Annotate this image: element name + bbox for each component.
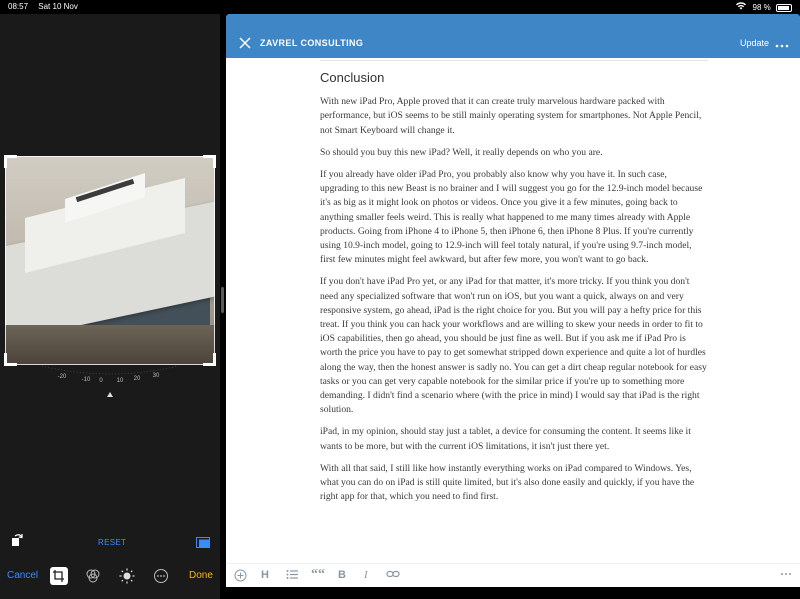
italic-button[interactable]: I [364,569,368,581]
close-icon[interactable] [239,36,251,49]
quote-button[interactable]: ““ [311,567,325,583]
status-bar: 08:57 Sat 10 Nov 98 % [0,0,800,14]
dial-tick: -10 [82,377,91,383]
paragraph: With all that said, I still like how ins… [320,462,695,503]
aspect-ratio-icon[interactable] [196,535,210,548]
split-view-divider[interactable] [221,287,224,313]
dial-tick: 20 [134,376,141,382]
update-button[interactable]: Update [740,38,769,48]
done-button[interactable]: Done [189,570,213,581]
filters-icon[interactable] [84,567,102,585]
adjust-light-icon[interactable] [118,567,136,585]
rotate-icon[interactable] [9,532,25,548]
dial-tick: 0 [99,378,103,384]
dial-marker-icon [107,392,113,397]
reset-button[interactable]: RESET [98,538,126,547]
heading-button[interactable]: H [261,569,269,581]
add-block-icon[interactable] [234,569,247,582]
status-date: Sat 10 Nov [38,2,78,11]
wifi-icon [736,2,747,12]
crop-handle-top-left[interactable] [4,155,17,168]
blog-editor-pane: ZAVREL CONSULTING Update Conclusion With… [226,14,800,587]
cancel-button[interactable]: Cancel [7,570,38,581]
section-heading: Conclusion [320,70,385,85]
link-icon[interactable] [386,569,400,579]
crop-handle-bottom-left[interactable] [4,353,17,366]
crop-handle-bottom-right[interactable] [203,353,216,366]
more-options-icon[interactable] [152,567,170,585]
paragraph: iPad, in my opinion, should stay just a … [320,426,691,452]
crop-handle-top-right[interactable] [203,155,216,168]
list-icon[interactable] [286,569,298,580]
editor-toolbar: Cancel Done [0,562,220,590]
post-content[interactable]: Conclusion With new iPad Pro, Apple prov… [320,58,708,558]
app-header: ZAVREL CONSULTING Update [226,14,800,58]
dial-tick: 10 [117,378,124,384]
bold-button[interactable]: B [338,569,346,581]
crop-tool-icon[interactable] [50,567,68,585]
paragraph: If you don't have iPad Pro yet, or any i… [320,276,707,416]
format-toolbar: H ““ B I [226,563,800,587]
dial-tick: -20 [58,374,67,380]
format-more-icon[interactable] [780,572,792,576]
more-icon[interactable] [775,38,789,48]
site-title: ZAVREL CONSULTING [260,38,364,48]
paragraph: If you already have older iPad Pro, you … [320,169,703,266]
scrolled-content-edge [320,58,708,61]
battery-percent: 98 % [752,3,771,12]
crop-frame[interactable] [4,155,216,366]
dial-tick: 30 [153,373,160,379]
status-time: 08:57 [8,2,29,11]
paragraph: So should you buy this new iPad? Well, i… [320,146,603,158]
paragraph: With new iPad Pro, Apple proved that it … [320,96,702,136]
battery-icon [776,3,792,12]
